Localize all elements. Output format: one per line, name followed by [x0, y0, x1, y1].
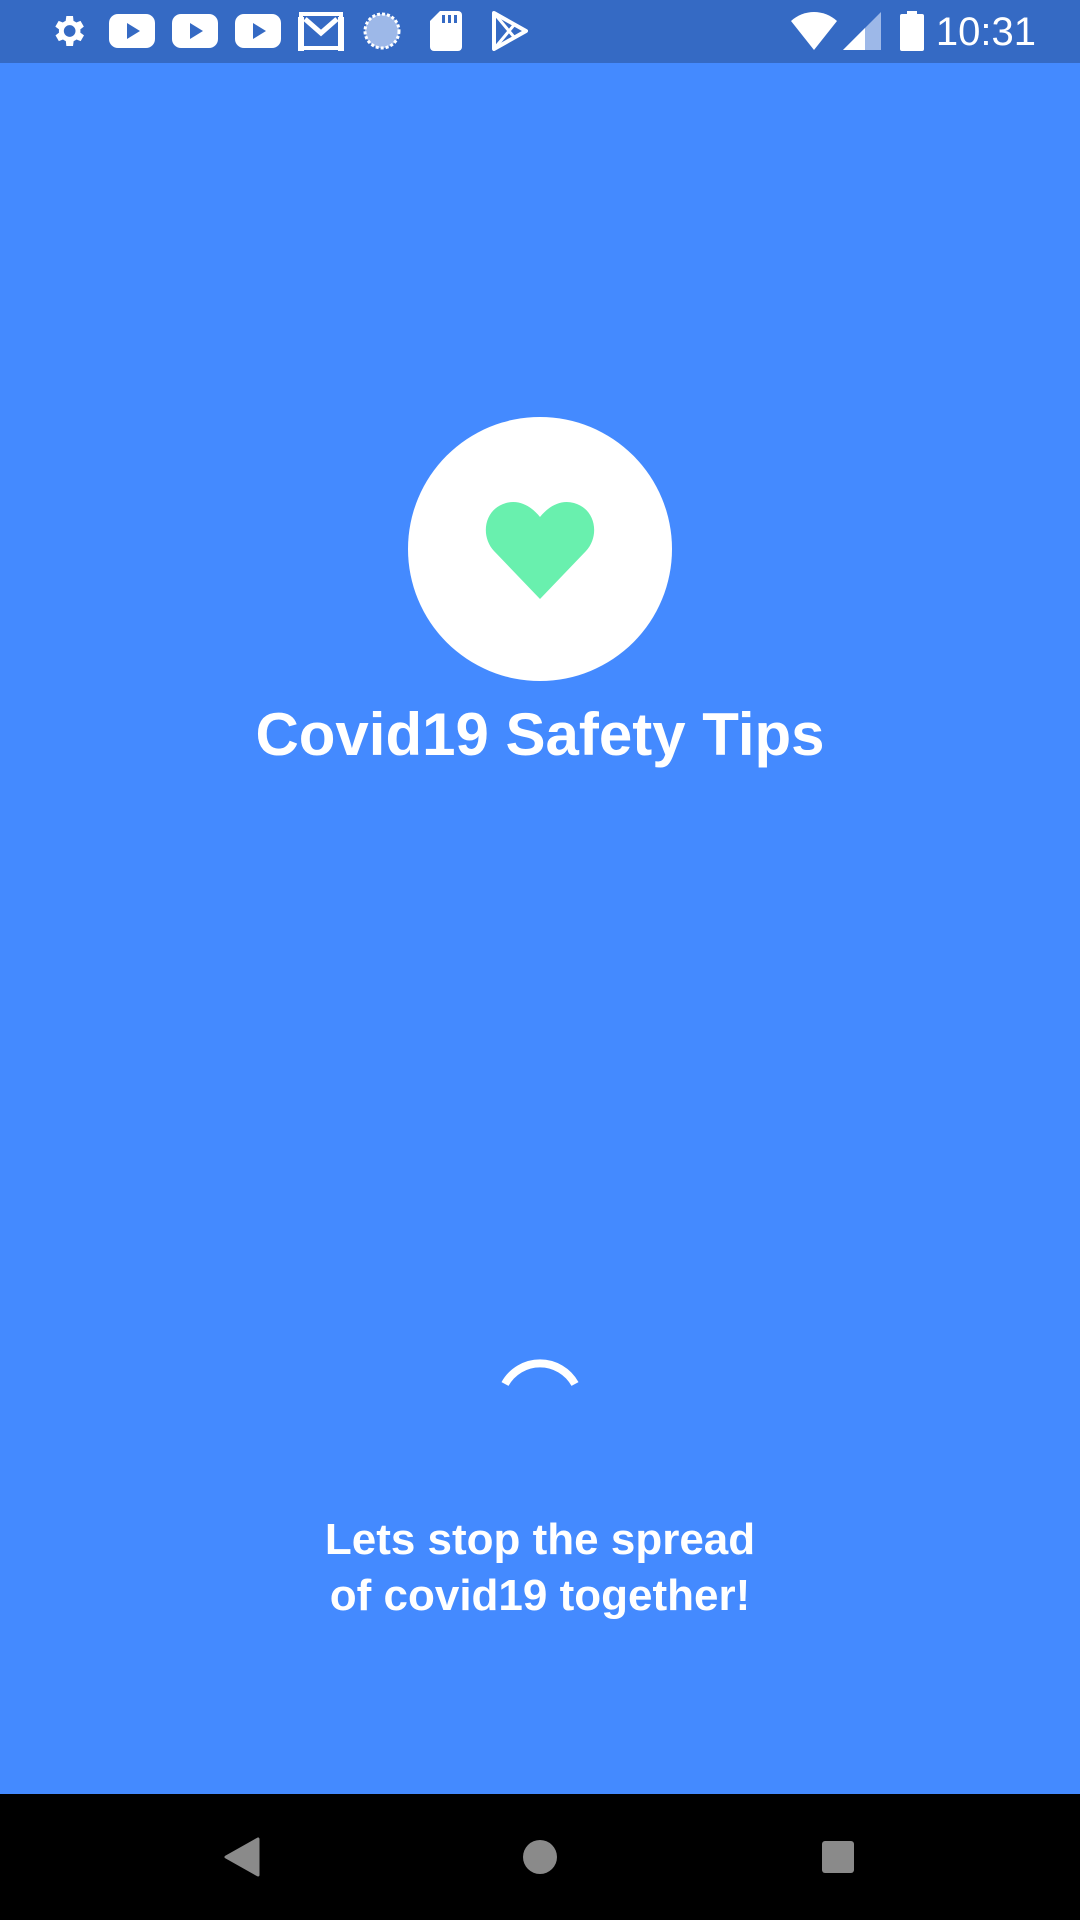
battery-icon	[898, 10, 926, 52]
sd-card-icon	[428, 10, 464, 52]
sync-icon	[360, 10, 404, 52]
recents-icon[interactable]	[808, 1827, 868, 1887]
youtube-icon	[171, 10, 219, 52]
youtube-icon	[234, 10, 282, 52]
tagline-line-2: of covid19 together!	[329, 1571, 751, 1620]
settings-icon	[46, 10, 90, 52]
loading-spinner	[501, 1359, 579, 1387]
tagline-line-1: Lets stop the spread	[324, 1515, 756, 1564]
home-icon[interactable]	[510, 1827, 570, 1887]
app-logo	[408, 417, 672, 681]
gmail-icon	[297, 10, 345, 52]
heart-icon	[485, 501, 595, 599]
signal-icon	[842, 10, 882, 52]
status-time: 10:31	[935, 10, 1036, 54]
app-title: Covid19 Safety Tips	[255, 701, 825, 768]
tagline: Lets stop the spread of covid19 together…	[0, 1512, 1080, 1624]
navigation-bar	[0, 1794, 1080, 1920]
play-store-icon	[490, 10, 530, 52]
youtube-icon	[108, 10, 156, 52]
splash-screen: 10:31 Covid19 Safety Tips Lets stop the …	[0, 0, 1080, 1920]
wifi-icon	[790, 10, 838, 52]
back-icon[interactable]	[212, 1827, 272, 1887]
status-bar: 10:31	[0, 0, 1080, 63]
